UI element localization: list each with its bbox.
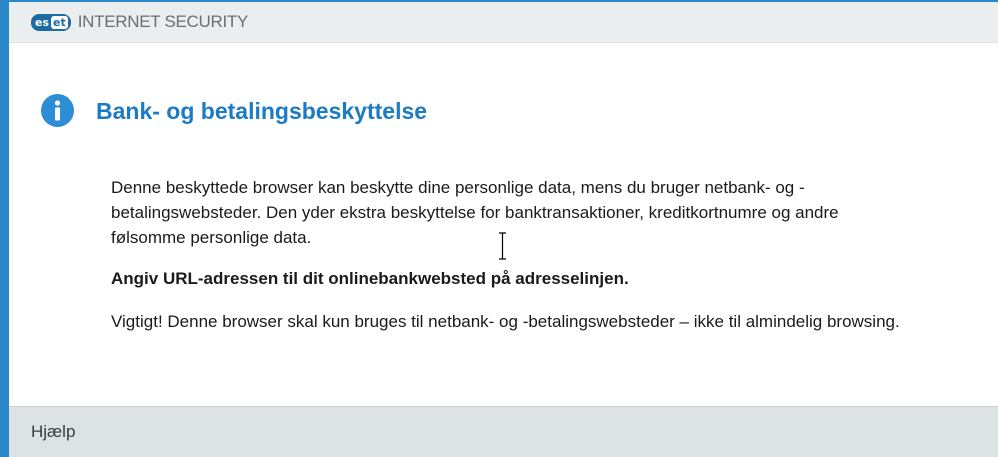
dialog-window: es et INTERNET SECURITY Bank- og betaling… [0, 0, 998, 457]
text-cursor-icon [499, 232, 506, 260]
logo-text-et: et [51, 15, 68, 29]
eset-logo: es et [31, 13, 71, 31]
title-bar: es et INTERNET SECURITY [9, 2, 998, 43]
help-link[interactable]: Hjælp [31, 422, 75, 442]
dialog-footer: Hjælp [9, 406, 998, 457]
logo-text-es: es [35, 15, 50, 29]
warning-paragraph: Vigtigt! Denne browser skal kun bruges t… [111, 312, 900, 331]
dialog-title: Bank- og betalingsbeskyttelse [96, 98, 428, 124]
dialog-content: Denne beskyttede browser kan beskytte di… [111, 175, 911, 350]
eset-logo-badge: es et [31, 13, 71, 31]
dialog-header: Bank- og betalingsbeskyttelse [41, 94, 427, 127]
description-paragraph: Denne beskyttede browser kan beskytte di… [111, 178, 839, 247]
product-name: INTERNET SECURITY [77, 12, 249, 31]
instruction-paragraph: Angiv URL-adressen til dit onlinebankweb… [111, 269, 629, 288]
info-icon [41, 94, 74, 127]
